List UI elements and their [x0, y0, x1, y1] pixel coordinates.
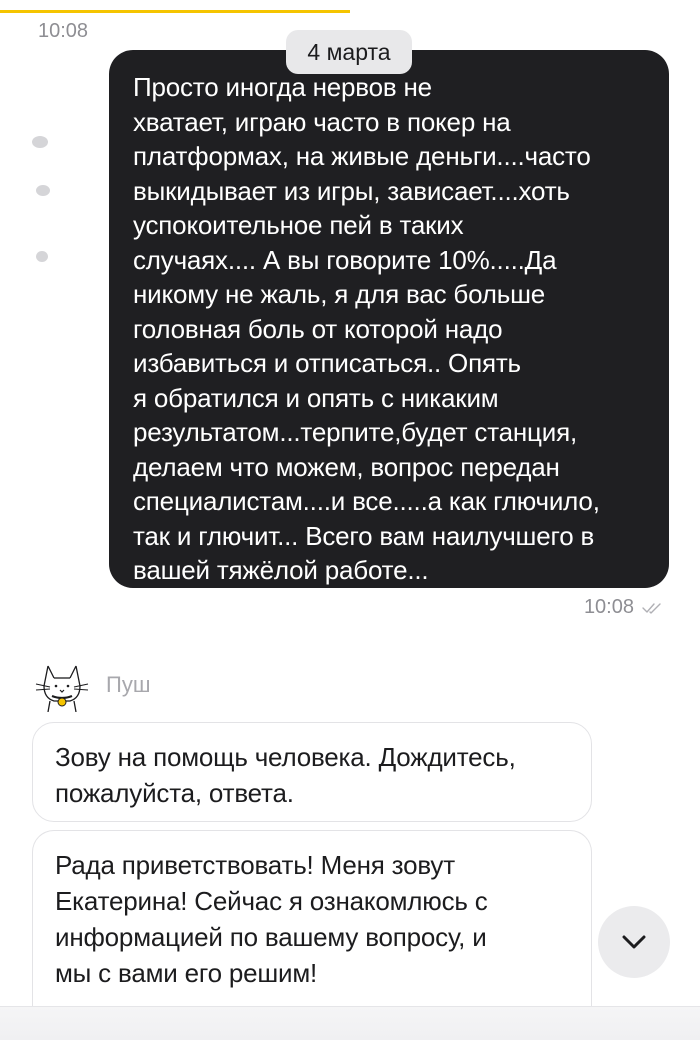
- message-line: результатом...терпите,будет станция,: [133, 417, 577, 447]
- double-check-icon: [642, 602, 661, 614]
- bottom-bar: [0, 1006, 700, 1040]
- message-line: хватает, играю часто в покер на: [133, 106, 511, 137]
- bot-name: Пуш: [106, 672, 151, 697]
- incoming-message-bubble[interactable]: Зову на помощь человека. Дождитесь, пожа…: [32, 722, 592, 822]
- message-line: информацией по вашему вопросу, и: [55, 922, 487, 952]
- cat-avatar-icon: [35, 665, 89, 712]
- incoming-message-bubble[interactable]: Рада приветствовать! Меня зовут Екатерин…: [32, 830, 592, 1020]
- dot: [36, 185, 50, 196]
- message-line: успокоительное пей в таких: [133, 210, 464, 240]
- message-line: делаем что можем, вопрос передан: [133, 451, 560, 482]
- message-line: Просто иногда нервов не: [133, 72, 432, 102]
- message-line: никому не жаль, я для вас больше: [133, 279, 546, 309]
- chevron-down-icon: [622, 935, 646, 949]
- message-line: избавиться и отписаться.. Опять: [133, 348, 521, 378]
- message-line: мы с вами его решим!: [55, 958, 318, 988]
- message-line: Зову на помощь человека. Дождитесь,: [55, 742, 516, 772]
- message-line: пожалуйста, ответа.: [55, 778, 294, 808]
- outgoing-message-bubble[interactable]: Просто иногда нервов не хватает, играю ч…: [109, 50, 669, 588]
- message-line: головная боль от которой надо: [133, 313, 503, 344]
- loading-progress-bar: [0, 10, 350, 13]
- message-time: 10:08: [583, 596, 634, 618]
- dot: [36, 251, 48, 262]
- message-line: Рада приветствовать! Меня зовут: [55, 850, 455, 880]
- dot: [32, 136, 48, 148]
- message-line: выкидывает из игры, зависает....хоть: [133, 175, 570, 206]
- message-line: платформах, на живые деньги....часто: [133, 141, 591, 171]
- top-timestamp: 10:08: [38, 20, 89, 42]
- message-line: так и глючит... Всего вам наилучшего в: [133, 520, 595, 551]
- date-divider: 4 марта: [286, 30, 412, 74]
- message-line: я обратился и опять с никаким: [133, 382, 499, 413]
- scroll-down-button[interactable]: [598, 906, 670, 978]
- message-line: Екатерина! Сейчас я ознакомлюсь с: [55, 886, 488, 916]
- message-line: вашей тяжёлой работе...: [133, 555, 429, 585]
- outgoing-message-meta: 10:08: [584, 596, 662, 619]
- message-line: специалистам....и все.....а как глючило,: [133, 486, 600, 516]
- message-line: случаях.... А вы говорите 10%.....Да: [133, 244, 557, 275]
